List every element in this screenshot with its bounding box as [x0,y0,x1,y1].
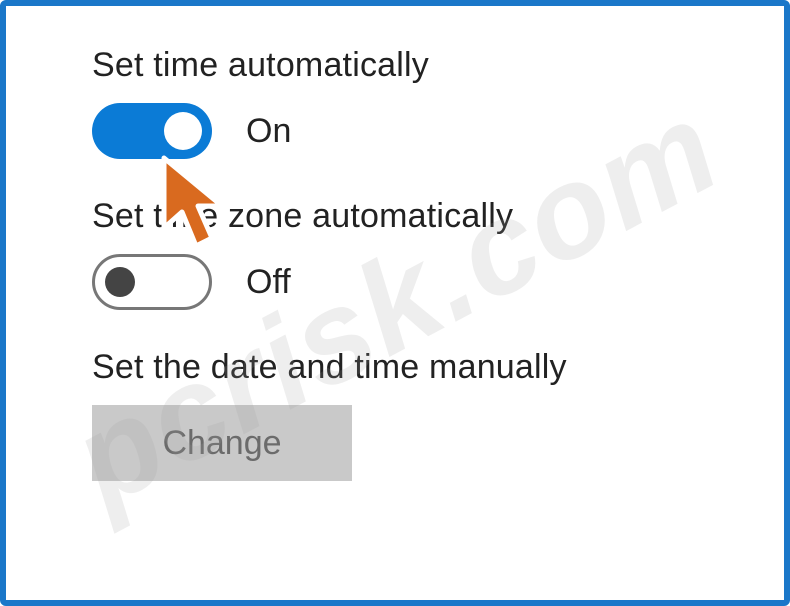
set-tz-auto-label: Set time zone automatically [92,197,784,236]
manual-block: Set the date and time manually Change [92,348,784,481]
settings-panel: Set time automatically On Set time zone … [0,0,790,606]
toggle-knob-icon [164,112,202,150]
set-tz-auto-state: Off [246,263,291,302]
set-time-auto-label: Set time automatically [92,46,784,85]
change-button: Change [92,405,352,481]
content-area: Set time automatically On Set time zone … [6,6,784,481]
set-time-auto-state: On [246,112,291,151]
set-time-auto-row: On [92,103,784,159]
set-time-auto-block: Set time automatically On [92,46,784,159]
set-time-auto-toggle[interactable] [92,103,212,159]
set-tz-auto-toggle[interactable] [92,254,212,310]
set-tz-auto-row: Off [92,254,784,310]
toggle-knob-icon [105,267,135,297]
set-tz-auto-block: Set time zone automatically Off [92,197,784,310]
manual-label: Set the date and time manually [92,348,784,387]
